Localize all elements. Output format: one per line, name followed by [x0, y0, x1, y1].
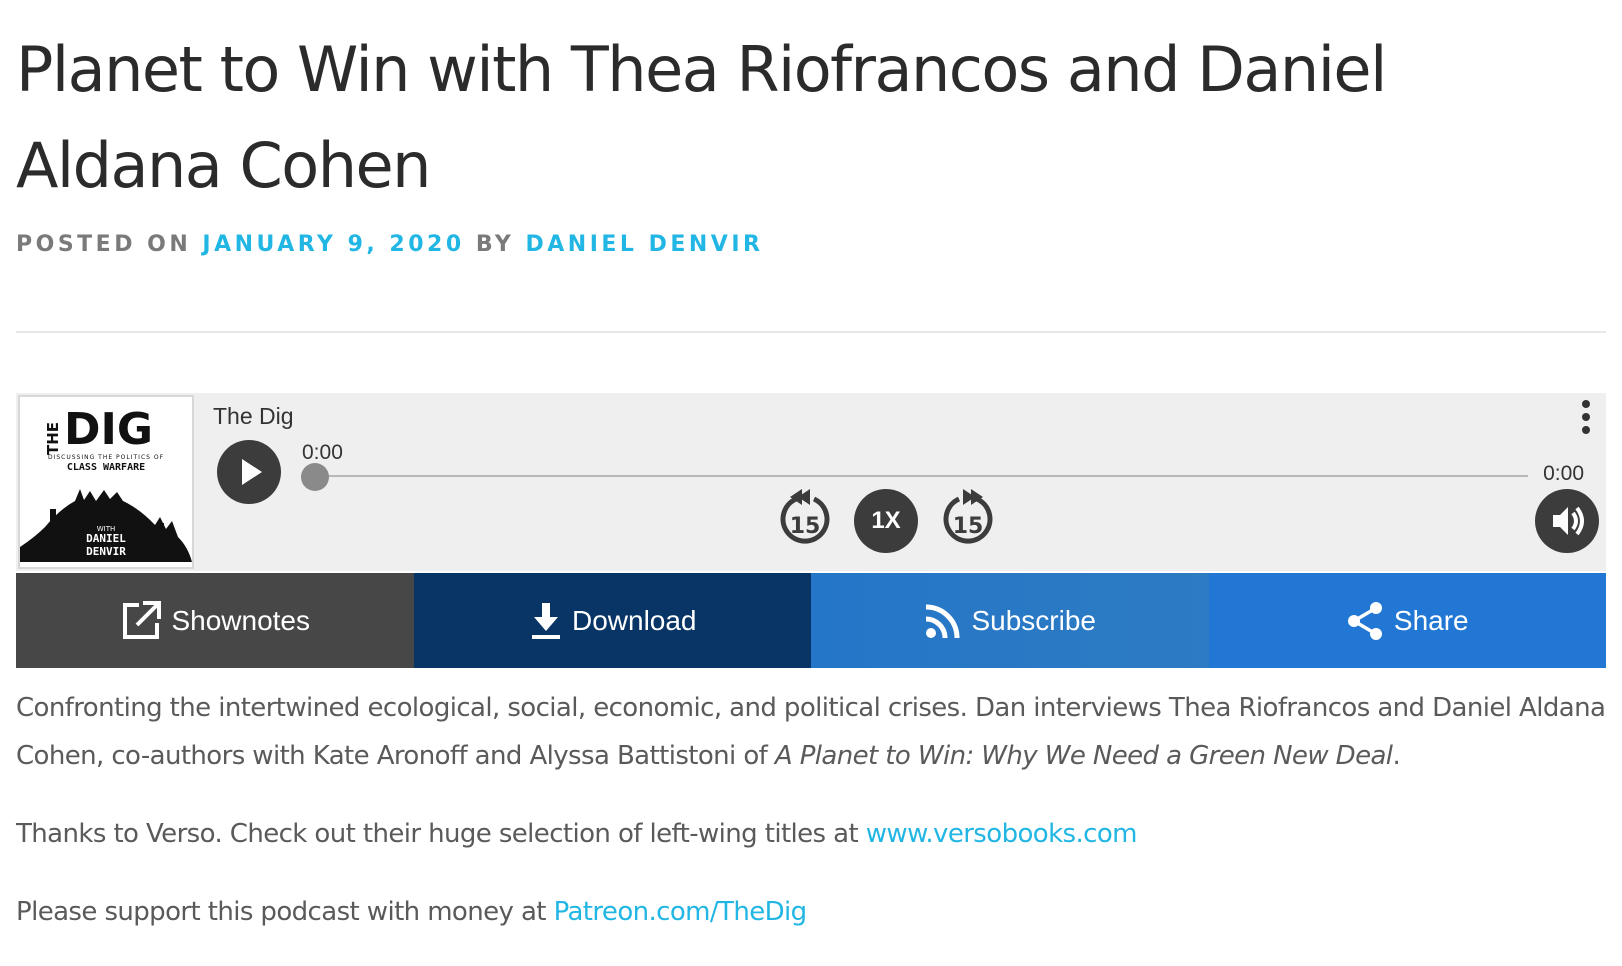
- description-paragraph: Confronting the intertwined ecological, …: [16, 684, 1606, 780]
- verso-paragraph: Thanks to Verso. Check out their huge se…: [16, 810, 1606, 858]
- rewind-15-icon: 15: [780, 489, 830, 544]
- download-tab[interactable]: Download: [413, 573, 811, 668]
- skip-back-15-button[interactable]: 15: [772, 485, 838, 551]
- description-end: .: [1392, 741, 1401, 771]
- divider: [16, 331, 1606, 333]
- player-controls-area: THE DIG DISCUSSING THE POLITICS OF CLASS…: [16, 393, 1606, 571]
- play-icon: [242, 459, 262, 485]
- shownotes-label: Shownotes: [171, 604, 311, 636]
- by-label: BY: [475, 232, 515, 257]
- progress-handle[interactable]: [301, 463, 329, 491]
- post-meta: POSTED ON JANUARY 9, 2020 BY DANIEL DENV…: [16, 232, 763, 257]
- svg-text:DANIEL: DANIEL: [86, 532, 126, 545]
- share-tab[interactable]: Share: [1208, 573, 1606, 668]
- svg-text:DENVIR: DENVIR: [86, 545, 126, 558]
- svg-text:15: 15: [953, 514, 984, 539]
- patreon-text: Please support this podcast with money a…: [16, 897, 554, 927]
- svg-text:CLASS WARFARE: CLASS WARFARE: [67, 462, 145, 473]
- subscribe-label: Subscribe: [971, 604, 1096, 636]
- verso-text: Thanks to Verso. Check out their huge se…: [16, 819, 866, 849]
- posted-on-label: POSTED ON: [16, 232, 192, 257]
- share-icon: [1347, 601, 1382, 640]
- author-link[interactable]: DANIEL DENVIR: [526, 232, 764, 257]
- podcast-player: THE DIG DISCUSSING THE POLITICS OF CLASS…: [16, 393, 1606, 668]
- download-label: Download: [571, 604, 697, 636]
- current-time: 0:00: [302, 441, 343, 464]
- external-link-icon: [123, 600, 162, 639]
- play-button[interactable]: [217, 440, 281, 504]
- patreon-link[interactable]: Patreon.com/TheDig: [554, 897, 808, 927]
- svg-text:15: 15: [790, 514, 821, 539]
- more-options-button[interactable]: [1578, 398, 1594, 438]
- post-body: Confronting the intertwined ecological, …: [16, 684, 1606, 966]
- svg-text:DIG: DIG: [64, 404, 153, 455]
- svg-text:DISCUSSING THE POLITICS OF: DISCUSSING THE POLITICS OF: [48, 454, 164, 461]
- book-title: A Planet to Win: Why We Need a Green New…: [774, 741, 1393, 771]
- download-icon: [531, 602, 560, 639]
- post-date-link[interactable]: JANUARY 9, 2020: [202, 232, 464, 257]
- verso-link[interactable]: www.versobooks.com: [866, 819, 1138, 849]
- volume-button[interactable]: [1535, 489, 1599, 553]
- skip-forward-15-button[interactable]: 15: [935, 485, 1001, 551]
- duration: 0:00: [1543, 462, 1584, 485]
- progress-track[interactable]: [316, 475, 1528, 477]
- patreon-paragraph: Please support this podcast with money a…: [16, 888, 1606, 936]
- shownotes-tab[interactable]: Shownotes: [16, 573, 414, 668]
- share-label: Share: [1393, 604, 1469, 636]
- player-tabs: Shownotes Download Subscribe Share: [16, 573, 1606, 668]
- subscribe-tab[interactable]: Subscribe: [811, 573, 1209, 668]
- rss-icon: [926, 604, 960, 638]
- post-title: Planet to Win with Thea Riofrancos and D…: [16, 33, 1387, 202]
- playback-speed-button[interactable]: 1X: [854, 489, 918, 553]
- show-title: The Dig: [213, 403, 294, 429]
- podcast-cover-art: THE DIG DISCUSSING THE POLITICS OF CLASS…: [18, 395, 194, 569]
- forward-15-icon: 15: [943, 489, 993, 544]
- svg-text:THE: THE: [44, 422, 62, 455]
- more-vertical-icon: [1582, 400, 1590, 434]
- volume-icon: [1553, 506, 1584, 536]
